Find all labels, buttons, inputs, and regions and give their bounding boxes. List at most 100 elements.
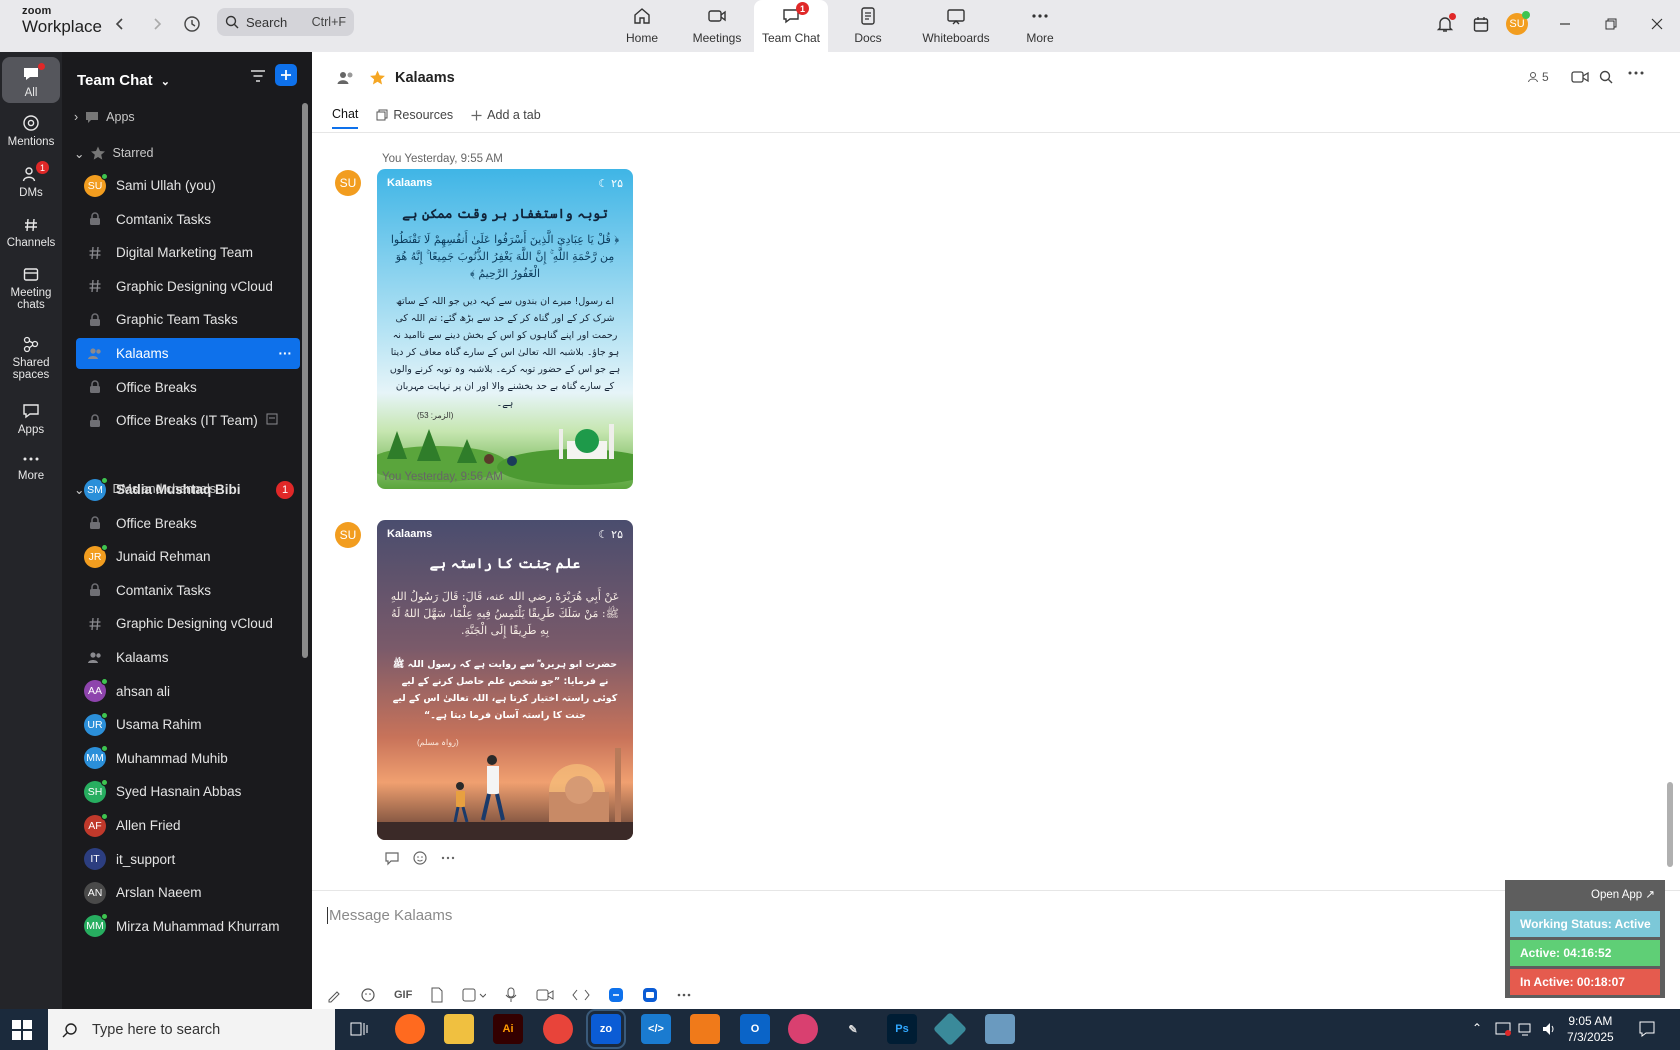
- rail-all[interactable]: All: [2, 57, 60, 103]
- message-input[interactable]: Message Kalaams: [327, 907, 452, 924]
- zoom-taskbar-icon[interactable]: zo: [586, 1009, 626, 1049]
- tray-app-icon[interactable]: [1495, 1021, 1511, 1042]
- message-avatar[interactable]: SU: [335, 170, 361, 196]
- video-message-icon[interactable]: [536, 987, 554, 1003]
- gif-button[interactable]: GIF: [394, 989, 412, 1001]
- star-icon[interactable]: [369, 69, 386, 91]
- close-icon[interactable]: [1645, 12, 1669, 36]
- tab-meetings[interactable]: Meetings: [679, 0, 755, 52]
- tab-team-chat[interactable]: 1 Team Chat: [754, 0, 828, 52]
- tab-home[interactable]: Home: [604, 0, 680, 52]
- kalaam-image-1[interactable]: Kalaams ☾ ۲۵ توبہ واستغفار ہر وقت ممکن ہ…: [377, 169, 633, 489]
- sidebar-item[interactable]: JR Junaid Rehman: [76, 541, 300, 572]
- code-icon[interactable]: [572, 987, 590, 1003]
- video-call-icon[interactable]: [1571, 70, 1589, 84]
- pen-tool-icon[interactable]: ✎: [838, 1014, 868, 1044]
- sidebar-item[interactable]: SM Sadia Mushtaq Bibi 1: [76, 474, 300, 505]
- outlook-icon[interactable]: O: [740, 1014, 770, 1044]
- app-icon[interactable]: [933, 1012, 967, 1046]
- sidebar-item[interactable]: Graphic Team Tasks: [76, 304, 300, 335]
- chat-scrollbar[interactable]: [1667, 782, 1673, 867]
- rail-shared-spaces[interactable]: Shared spaces: [2, 335, 60, 381]
- sidebar-scrollbar[interactable]: [302, 103, 308, 658]
- more-actions-icon[interactable]: [440, 850, 456, 866]
- rail-meeting-chats[interactable]: Meeting chats: [2, 265, 60, 311]
- file-icon[interactable]: [430, 987, 444, 1003]
- minimize-icon[interactable]: [1553, 12, 1577, 36]
- sidebar-item[interactable]: Digital Marketing Team: [76, 237, 300, 268]
- rail-apps[interactable]: Apps: [2, 402, 60, 436]
- rail-dms[interactable]: 1 DMs: [2, 161, 60, 199]
- taskbar-search[interactable]: Type here to search: [48, 1009, 335, 1050]
- sidebar-item[interactable]: MM Muhammad Muhib: [76, 743, 300, 774]
- emoji-reaction-icon[interactable]: [412, 850, 428, 866]
- sidebar-item[interactable]: Office Breaks (IT Team): [76, 405, 300, 436]
- creative-cloud-icon[interactable]: [788, 1014, 818, 1044]
- sidebar-item[interactable]: AA ahsan ali: [76, 676, 300, 707]
- volume-icon[interactable]: [1541, 1021, 1557, 1042]
- open-app-link[interactable]: Open App ↗: [1591, 887, 1655, 901]
- sidebar-item[interactable]: Comtanix Tasks: [76, 204, 300, 235]
- message-avatar[interactable]: SU: [335, 522, 361, 548]
- sidebar-item[interactable]: Kalaams: [76, 642, 300, 673]
- sidebar-item[interactable]: Graphic Designing vCloud: [76, 271, 300, 302]
- new-chat-button[interactable]: [275, 64, 297, 86]
- restore-icon[interactable]: [1599, 12, 1623, 36]
- sidebar-title[interactable]: Team Chat ⌄: [77, 72, 170, 89]
- photoshop-icon[interactable]: Ps: [887, 1014, 917, 1044]
- search-icon[interactable]: [1599, 70, 1613, 84]
- sidebar-item[interactable]: Office Breaks: [76, 372, 300, 403]
- filter-icon[interactable]: [249, 67, 267, 90]
- taskbar-clock[interactable]: 9:05 AM 7/3/2025: [1567, 1013, 1614, 1045]
- xampp-icon[interactable]: [690, 1014, 720, 1044]
- history-icon[interactable]: [180, 12, 204, 36]
- sidebar-item[interactable]: IT it_support: [76, 844, 300, 875]
- tab-chat[interactable]: Chat: [332, 107, 359, 129]
- format-icon[interactable]: [326, 987, 342, 1003]
- illustrator-icon[interactable]: Ai: [493, 1014, 523, 1044]
- members-button[interactable]: 5: [1527, 70, 1549, 84]
- file-explorer-icon[interactable]: [444, 1014, 474, 1044]
- system-tray-chevron-icon[interactable]: ⌃: [1472, 1021, 1482, 1035]
- bell-icon[interactable]: [1433, 12, 1457, 36]
- rail-channels[interactable]: Channels: [2, 217, 60, 249]
- chrome-icon[interactable]: [543, 1014, 573, 1044]
- sidebar-item[interactable]: AN Arslan Naeem: [76, 877, 300, 908]
- sidebar-item[interactable]: AF Allen Fried: [76, 810, 300, 841]
- more-tools-icon[interactable]: [676, 987, 692, 1003]
- microphone-icon[interactable]: [504, 987, 518, 1003]
- sidebar-item[interactable]: UR Usama Rahim: [76, 709, 300, 740]
- sidebar-item[interactable]: Office Breaks: [76, 508, 300, 539]
- kalaam-image-2[interactable]: Kalaams ☾ ۲۵ علم جنت کا راستہ ہے عَنْ أَ…: [377, 520, 633, 840]
- notes-app-icon[interactable]: [985, 1014, 1015, 1044]
- emoji-icon[interactable]: [360, 987, 376, 1003]
- forward-arrow-icon[interactable]: [145, 12, 169, 36]
- tab-more[interactable]: More: [1002, 0, 1078, 52]
- sidebar-item[interactable]: MM Mirza Muhammad Khurram: [76, 911, 300, 942]
- group-apps[interactable]: › Apps: [74, 109, 135, 125]
- sidebar-item[interactable]: SH Syed Hasnain Abbas: [76, 776, 300, 807]
- more-options-icon[interactable]: ···: [279, 346, 293, 361]
- more-options-icon[interactable]: [1628, 70, 1644, 76]
- windows-start-icon[interactable]: [12, 1020, 32, 1045]
- group-starred[interactable]: ⌄ Starred: [74, 145, 153, 161]
- search-input[interactable]: Search Ctrl+F: [217, 8, 354, 36]
- vscode-icon[interactable]: </>: [641, 1014, 671, 1044]
- firefox-icon[interactable]: [395, 1014, 425, 1044]
- back-arrow-icon[interactable]: [108, 12, 132, 36]
- notifications-icon[interactable]: [1638, 1020, 1656, 1043]
- screenshot-icon[interactable]: [462, 987, 487, 1003]
- tab-docs[interactable]: Docs: [830, 0, 906, 52]
- sidebar-item[interactable]: Comtanix Tasks: [76, 575, 300, 606]
- sidebar-item[interactable]: Graphic Designing vCloud: [76, 608, 300, 639]
- calendar-icon[interactable]: [1469, 12, 1493, 36]
- zoom-app-icon[interactable]: [642, 987, 658, 1003]
- sidebar-item[interactable]: Kalaams ···: [76, 338, 300, 369]
- app-icon-blue[interactable]: [608, 987, 624, 1003]
- reply-icon[interactable]: [384, 850, 400, 866]
- task-view-icon[interactable]: [345, 1014, 375, 1044]
- network-icon[interactable]: [1518, 1021, 1534, 1042]
- rail-more[interactable]: More: [2, 452, 60, 482]
- group-icon[interactable]: [336, 68, 356, 93]
- sidebar-item[interactable]: SU Sami Ullah (you): [76, 170, 300, 201]
